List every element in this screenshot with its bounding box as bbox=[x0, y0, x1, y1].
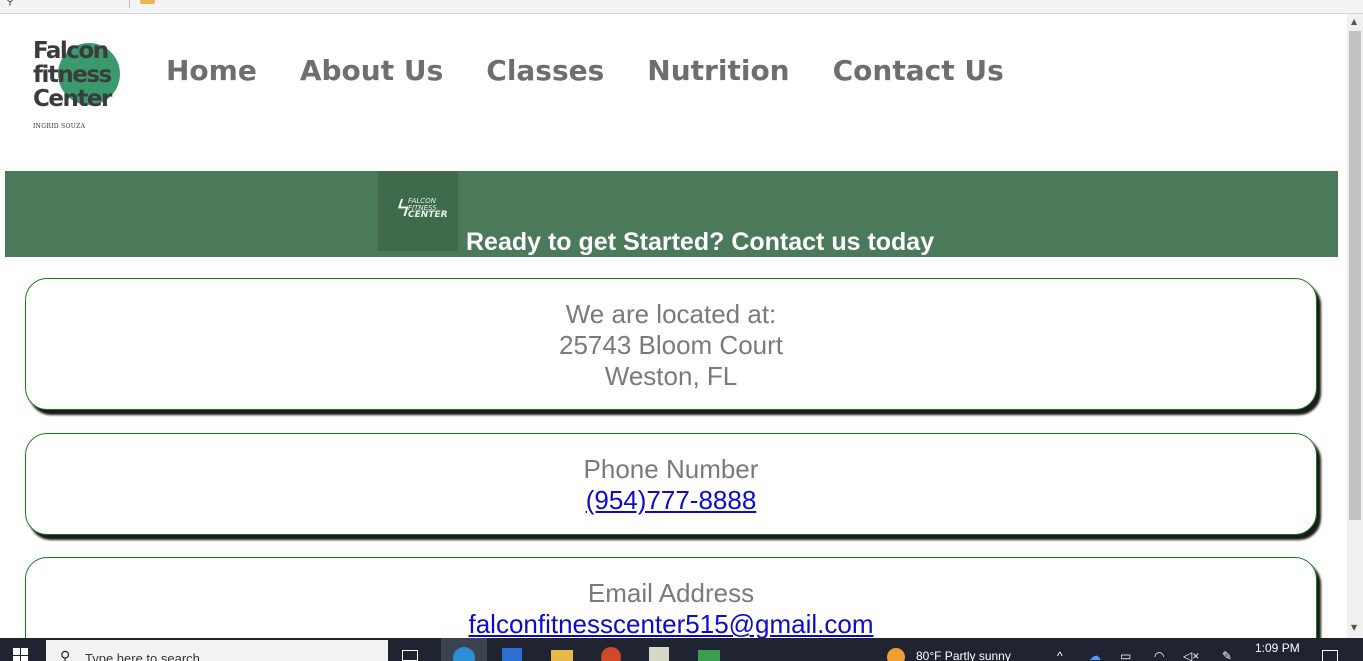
nav-classes-link[interactable]: Classes bbox=[486, 54, 604, 87]
location-city: Weston, FL bbox=[604, 361, 738, 391]
battery-icon[interactable]: ▭ bbox=[1120, 649, 1131, 661]
search-placeholder: Type here to search bbox=[85, 651, 200, 661]
task-view-icon[interactable] bbox=[402, 650, 418, 661]
logo-word-falcon: Falcon bbox=[33, 38, 109, 64]
logo-word-fitness: fitness bbox=[33, 62, 112, 88]
app-icon[interactable] bbox=[601, 647, 621, 661]
game-app-icon[interactable] bbox=[698, 650, 720, 661]
pen-icon[interactable]: ✎ bbox=[1222, 649, 1232, 661]
site-logo[interactable]: Falcon fitness Center INGRID SOUZA bbox=[30, 40, 130, 140]
notepad-icon[interactable] bbox=[649, 647, 669, 661]
taskbar-clock[interactable]: 1:09 PM bbox=[1255, 641, 1300, 655]
contact-banner: ϟ FALCON FITNESS CENTER Ready to get Sta… bbox=[5, 171, 1338, 257]
location-street: 25743 Bloom Court bbox=[558, 330, 784, 360]
email-card: Email Address falconfitnesscenter515@gma… bbox=[25, 557, 1317, 638]
toolbar-divider bbox=[129, 0, 130, 8]
main-nav: Home About Us Classes Nutrition Contact … bbox=[166, 54, 1047, 87]
nav-nutrition-link[interactable]: Nutrition bbox=[647, 54, 789, 87]
folder-icon[interactable] bbox=[140, 0, 155, 4]
logo-word-center: Center bbox=[33, 86, 112, 112]
scroll-down-arrow-icon[interactable]: ▼ bbox=[1351, 623, 1357, 632]
search-icon[interactable]: ⚲ bbox=[6, 0, 14, 7]
taskbar-search-input[interactable]: ⚲ Type here to search bbox=[46, 640, 388, 661]
nav-home-link[interactable]: Home bbox=[166, 54, 257, 87]
phone-heading: Phone Number bbox=[583, 454, 759, 484]
search-icon: ⚲ bbox=[60, 649, 71, 661]
scroll-up-arrow-icon[interactable]: ▲ bbox=[1351, 17, 1357, 26]
email-heading: Email Address bbox=[587, 578, 755, 608]
scrollbar-thumb[interactable] bbox=[1349, 31, 1361, 520]
banner-logo-text: FALCON FITNESS CENTER bbox=[408, 197, 448, 220]
nav-contact-link[interactable]: Contact Us bbox=[833, 54, 1004, 87]
phone-link[interactable]: (954)777-8888 bbox=[586, 485, 757, 515]
nav-about-link[interactable]: About Us bbox=[300, 54, 443, 87]
windows-taskbar: ⚲ Type here to search 80°F Partly sunny … bbox=[0, 638, 1363, 661]
notification-icon[interactable] bbox=[1322, 650, 1338, 661]
wifi-icon[interactable]: ◠ bbox=[1154, 649, 1164, 661]
phone-card: Phone Number (954)777-8888 bbox=[25, 433, 1317, 535]
location-heading: We are located at: bbox=[565, 299, 777, 329]
browser-toolbar-strip: ⚲ bbox=[0, 0, 1363, 14]
file-explorer-icon[interactable] bbox=[551, 650, 573, 661]
logo-signature: INGRID SOUZA bbox=[33, 123, 86, 130]
windows-start-icon[interactable] bbox=[13, 648, 29, 661]
banner-headline: Ready to get Started? Contact us today bbox=[466, 228, 935, 256]
location-card: We are located at: 25743 Bloom Court Wes… bbox=[25, 278, 1317, 410]
email-link[interactable]: falconfitnesscenter515@gmail.com bbox=[468, 609, 873, 638]
store-icon[interactable] bbox=[502, 648, 522, 661]
page-scrollbar[interactable]: ▲ ▼ bbox=[1347, 14, 1363, 638]
banner-logo: ϟ FALCON FITNESS CENTER bbox=[378, 171, 458, 251]
volume-muted-icon[interactable]: ◁× bbox=[1183, 649, 1199, 661]
weather-text[interactable]: 80°F Partly sunny bbox=[916, 649, 1011, 661]
cloud-icon[interactable]: ☁ bbox=[1089, 649, 1101, 661]
chevron-up-icon[interactable]: ^ bbox=[1057, 649, 1063, 661]
weather-icon bbox=[887, 648, 905, 661]
page-content: Falcon fitness Center INGRID SOUZA Home … bbox=[0, 14, 1347, 638]
